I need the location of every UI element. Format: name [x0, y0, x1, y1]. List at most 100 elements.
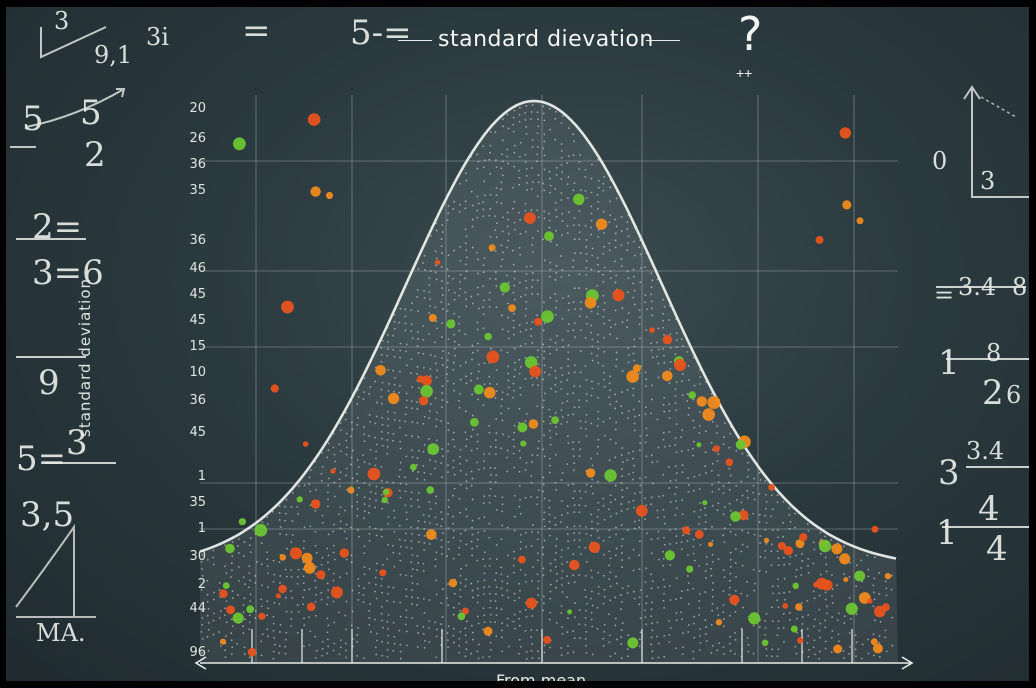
stipple-dot: [488, 291, 491, 294]
stipple-dot: [308, 644, 311, 647]
stipple-dot: [578, 315, 581, 318]
stipple-dot: [878, 572, 881, 574]
stipple-dot: [248, 586, 250, 589]
stipple-dot: [266, 614, 268, 617]
stipple-dot: [334, 460, 336, 463]
stipple-dot: [206, 600, 209, 603]
stipple-dot: [596, 312, 599, 315]
stipple-dot: [555, 208, 557, 211]
stipple-dot: [320, 479, 323, 482]
stipple-dot: [590, 177, 593, 180]
stipple-dot: [375, 534, 378, 537]
stipple-dot: [662, 508, 665, 511]
stipple-dot: [477, 398, 479, 401]
stipple-dot: [668, 417, 671, 419]
stipple-dot: [585, 414, 588, 416]
data-dot: [664, 550, 676, 561]
stipple-dot: [501, 510, 503, 513]
stipple-dot: [698, 523, 700, 525]
stipple-dot: [296, 582, 299, 585]
stipple-dot: [675, 332, 678, 335]
stipple-dot: [542, 105, 545, 108]
stipple-dot: [363, 482, 366, 484]
stipple-dot: [386, 648, 389, 651]
stipple-dot: [549, 590, 552, 593]
stipple-dot: [620, 482, 623, 484]
stipple-dot: [272, 559, 275, 562]
stipple-dot: [519, 365, 522, 368]
stipple-dot: [782, 535, 785, 538]
data-dot: [316, 570, 326, 580]
stipple-dot: [645, 378, 648, 381]
stipple-dot: [412, 568, 414, 571]
stipple-dot: [507, 162, 510, 165]
stipple-dot: [536, 230, 539, 233]
stipple-dot: [489, 487, 492, 490]
stipple-dot: [315, 488, 317, 491]
stipple-dot: [465, 459, 468, 462]
stipple-dot: [502, 125, 504, 128]
stipple-dot: [500, 398, 503, 401]
stipple-dot: [416, 499, 419, 501]
stipple-dot: [231, 625, 234, 628]
stipple-dot: [519, 589, 521, 592]
stipple-dot: [838, 612, 840, 615]
stipple-dot: [543, 259, 546, 262]
stipple-dot: [471, 414, 474, 417]
stipple-dot: [471, 554, 473, 557]
stipple-dot: [512, 438, 515, 441]
stipple-dot: [662, 599, 665, 602]
data-dot: [473, 384, 484, 395]
data-dot: [434, 259, 441, 265]
stipple-dot: [482, 460, 485, 463]
stipple-dot: [453, 487, 456, 490]
stipple-dot: [501, 328, 504, 331]
stipple-dot: [548, 513, 551, 516]
stipple-dot: [537, 531, 540, 534]
stipple-dot: [566, 183, 569, 186]
data-dot: [306, 602, 316, 612]
stipple-dot: [789, 521, 792, 523]
stipple-dot: [435, 551, 438, 554]
stipple-dot: [418, 541, 420, 543]
stipple-dot: [476, 433, 479, 436]
stipple-dot: [723, 618, 725, 621]
stipple-dot: [776, 599, 778, 602]
stipple-dot: [596, 606, 599, 609]
stipple-dot: [345, 439, 348, 442]
stipple-dot: [244, 583, 246, 586]
stipple-dot: [645, 595, 648, 598]
stipple-dot: [416, 296, 419, 298]
data-dot: [225, 543, 235, 554]
stipple-dot: [363, 510, 366, 512]
stipple-dot: [482, 264, 485, 267]
stipple-dot: [753, 582, 756, 585]
stipple-dot: [231, 541, 234, 544]
stipple-dot: [632, 387, 635, 390]
stipple-dot: [728, 614, 731, 617]
stipple-dot: [658, 495, 660, 498]
data-dot: [871, 525, 879, 533]
stipple-dot: [765, 570, 768, 573]
stipple-dot: [873, 598, 876, 601]
stipple-dot: [729, 649, 732, 652]
stipple-dot: [567, 344, 570, 347]
stipple-dot: [375, 457, 377, 460]
stipple-dot: [681, 499, 684, 502]
stipple-dot: [663, 361, 666, 364]
stipple-dot: [363, 496, 366, 498]
stipple-dot: [632, 450, 635, 453]
stipple-dot: [441, 308, 444, 310]
stipple-dot: [242, 625, 244, 628]
stipple-dot: [692, 545, 695, 548]
stipple-dot: [567, 442, 570, 445]
stipple-dot: [470, 379, 472, 382]
stipple-dot: [596, 284, 599, 287]
stipple-dot: [225, 600, 228, 603]
stipple-dot: [459, 581, 462, 584]
stipple-dot: [482, 306, 484, 309]
stipple-dot: [411, 421, 414, 424]
stipple-dot: [632, 499, 635, 502]
stipple-dot: [765, 500, 768, 503]
stipple-dot: [608, 459, 611, 462]
